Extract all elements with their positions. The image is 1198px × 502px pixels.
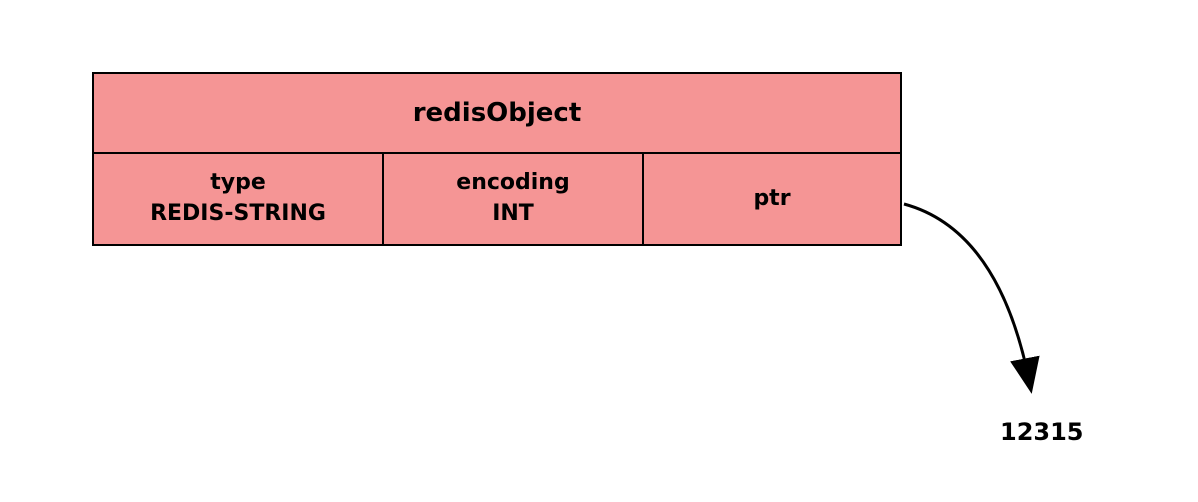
field-ptr: ptr: [644, 154, 900, 244]
field-encoding: encoding INT: [384, 154, 644, 244]
field-type-label: type: [210, 168, 266, 199]
field-encoding-value: INT: [492, 199, 534, 230]
redis-object-struct: redisObject type REDIS-STRING encoding I…: [92, 72, 902, 246]
field-encoding-label: encoding: [456, 168, 569, 199]
field-type-value: REDIS-STRING: [150, 199, 326, 230]
pointer-target-value: 12315: [1000, 418, 1084, 446]
struct-fields-row: type REDIS-STRING encoding INT ptr: [94, 154, 900, 244]
pointer-arrow: [900, 200, 1100, 410]
field-ptr-label: ptr: [753, 184, 790, 215]
field-type: type REDIS-STRING: [94, 154, 384, 244]
struct-title: redisObject: [94, 74, 900, 154]
